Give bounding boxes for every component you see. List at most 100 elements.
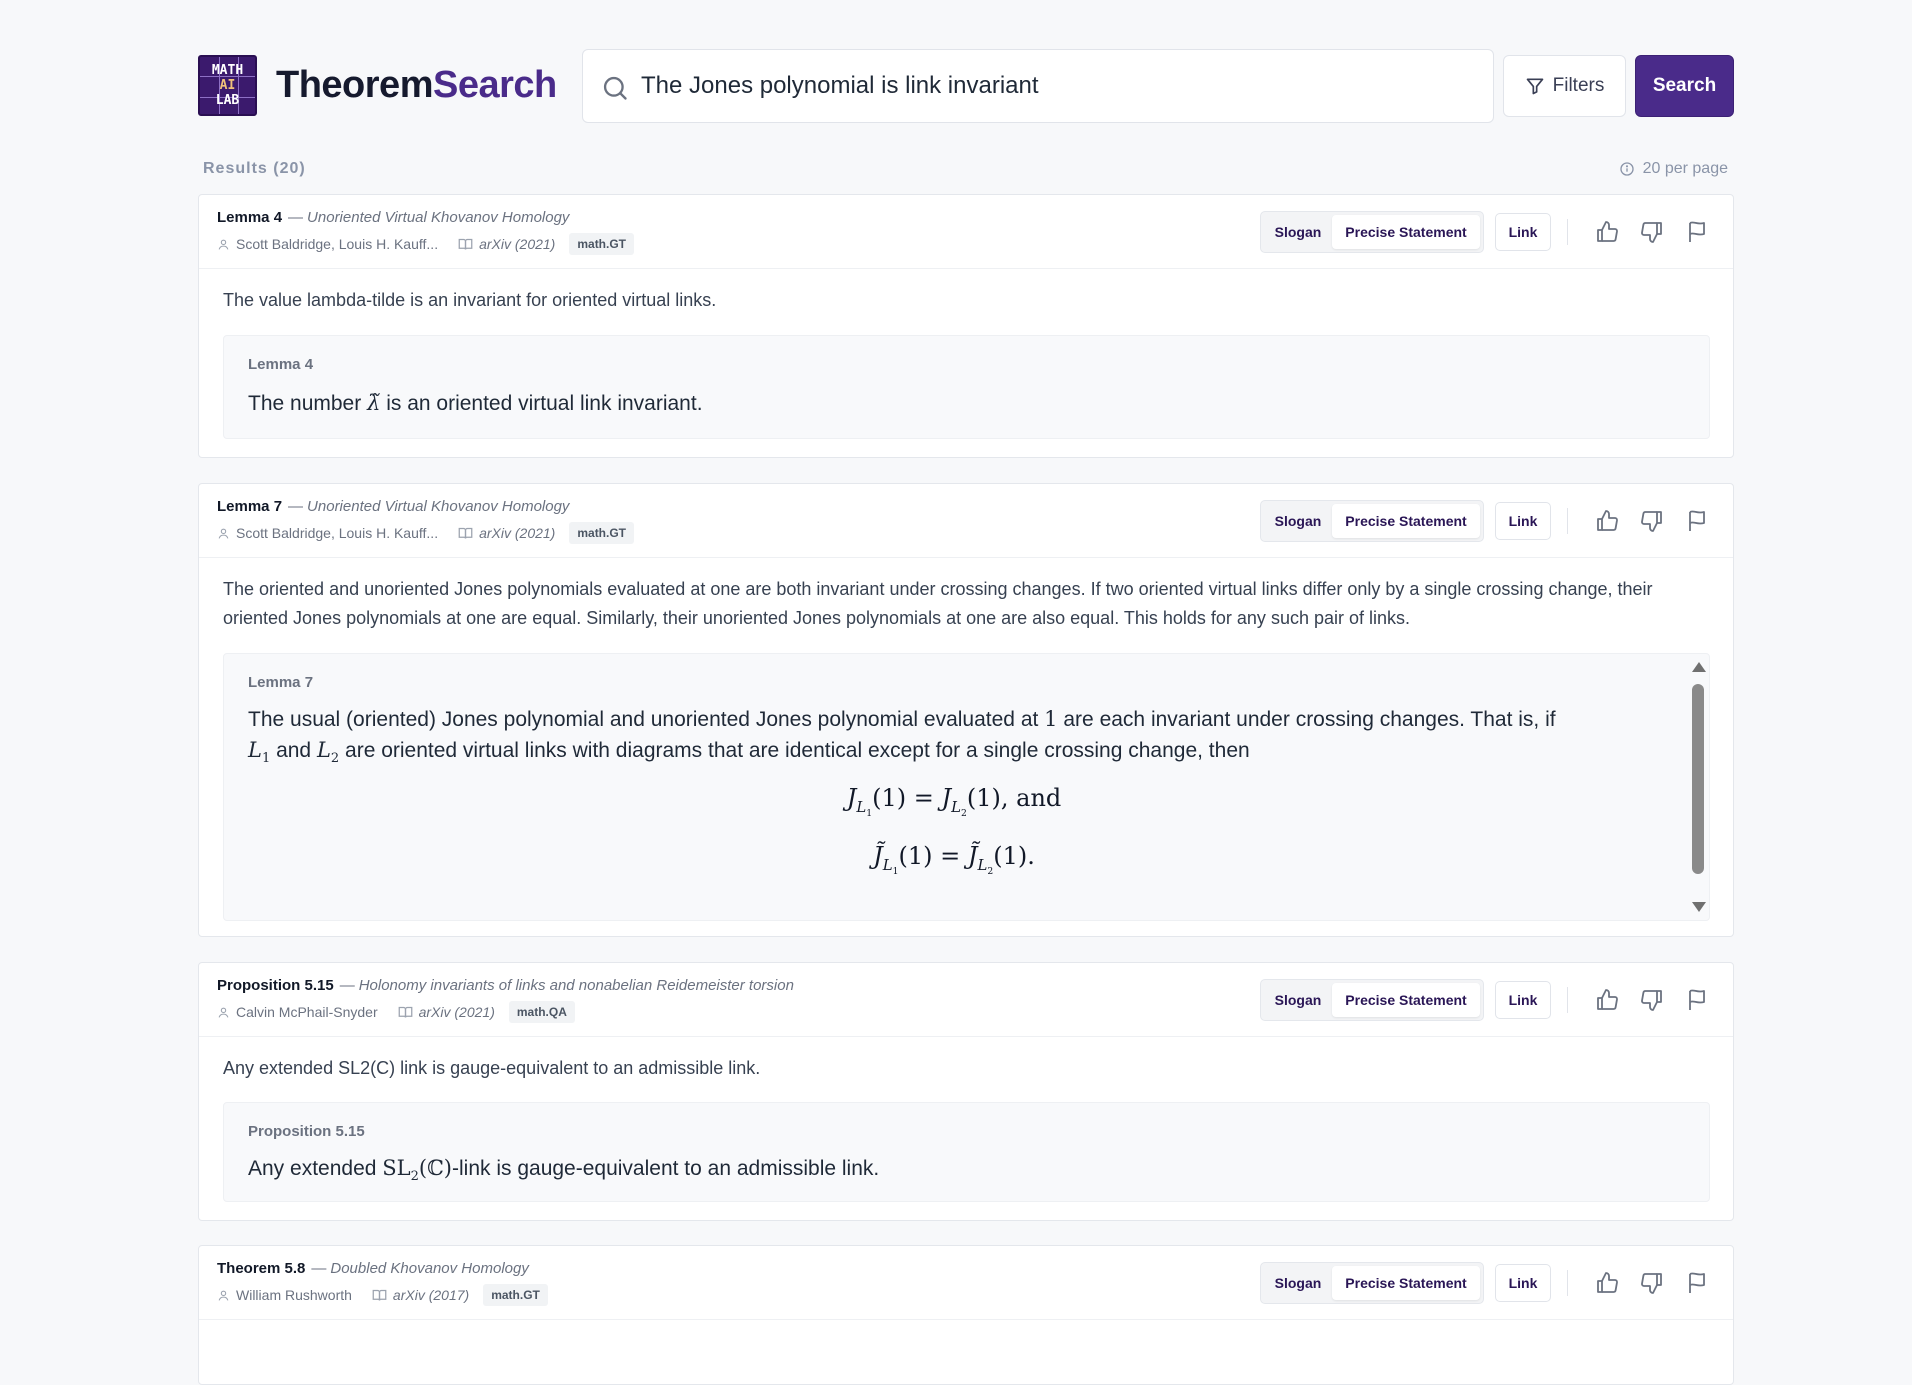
category-tag: math.GT — [483, 1284, 548, 1306]
scroll-thumb[interactable] — [1692, 684, 1704, 874]
authors: Scott Baldridge, Louis H. Kauff... — [236, 525, 439, 541]
results-bar: Results (20) 20 per page — [198, 158, 1734, 182]
search-icon — [603, 76, 627, 100]
result-meta: Scott Baldridge, Louis H. Kauff... arXiv… — [217, 233, 635, 255]
authors: Calvin McPhail-Snyder — [236, 1004, 378, 1020]
logo-text: MATH AI LAB — [211, 63, 244, 108]
thumbs-up-icon[interactable] — [1595, 220, 1619, 244]
per-page-label: 20 per page — [1642, 160, 1728, 177]
user-icon — [218, 1007, 229, 1018]
view-toggle: Slogan Precise Statement — [1260, 500, 1484, 542]
link-button[interactable]: Link — [1495, 981, 1551, 1019]
result-meta: Scott Baldridge, Louis H. Kauff... arXiv… — [217, 522, 635, 544]
per-page-selector[interactable]: 20 per page — [1619, 160, 1728, 178]
source: arXiv (2021) — [418, 1004, 495, 1020]
flag-icon[interactable] — [1685, 509, 1709, 533]
thumbs-up-icon[interactable] — [1595, 509, 1619, 533]
result-card: Lemma 7— Unoriented Virtual Khovanov Homo… — [198, 483, 1734, 937]
filter-icon — [1526, 78, 1543, 95]
result-meta: William Rushworth arXiv (2017) math.GT — [217, 1284, 548, 1306]
info-icon — [1619, 162, 1634, 176]
filters-button[interactable]: Filters — [1503, 55, 1626, 117]
view-toggle: Slogan Precise Statement — [1260, 979, 1484, 1021]
scroll-up-arrow[interactable] — [1692, 662, 1706, 672]
link-button[interactable]: Link — [1495, 213, 1551, 251]
result-card: Lemma 4— Unoriented Virtual Khovanov Homo… — [198, 194, 1734, 458]
link-button[interactable]: Link — [1495, 502, 1551, 540]
statement-text: The number λ̃ is an oriented virtual lin… — [248, 391, 703, 415]
scroll-down-arrow[interactable] — [1692, 902, 1706, 912]
logo[interactable]: MATH AI LAB — [198, 55, 257, 116]
tab-precise-statement[interactable]: Precise Statement — [1332, 504, 1480, 538]
page: MATH AI LAB TheoremSearch Filters Search… — [198, 0, 1734, 1385]
book-icon — [372, 1289, 387, 1301]
search-input[interactable] — [641, 64, 1471, 108]
category-tag: math.QA — [508, 1001, 575, 1023]
book-icon — [398, 1006, 412, 1018]
thumbs-down-icon[interactable] — [1640, 1271, 1664, 1295]
statement-text: The usual (oriented) Jones polynomial an… — [248, 707, 1556, 767]
tab-slogan[interactable]: Slogan — [1264, 983, 1332, 1017]
result-title[interactable]: Proposition 5.15— Holonomy invariants of … — [217, 977, 794, 994]
view-toggle: Slogan Precise Statement — [1260, 1262, 1484, 1304]
card-header: Lemma 4— Unoriented Virtual Khovanov Homo… — [199, 195, 1733, 269]
search-button-label: Search — [1652, 75, 1717, 96]
equation-1: JL1(1) = JL2(1), and — [846, 784, 1062, 819]
equation-2: J̃L1(1) = J̃L2(1). — [873, 842, 1035, 877]
slogan-text: Any extended SL2(C) link is gauge-equiva… — [223, 1058, 761, 1078]
statement-label: Lemma 7 — [248, 674, 314, 691]
authors: William Rushworth — [236, 1287, 352, 1303]
result-card: Proposition 5.15— Holonomy invariants of … — [198, 962, 1734, 1221]
precise-statement: Proposition 5.15 Any extended SL2(ℂ)-lin… — [223, 1102, 1710, 1202]
precise-statement: Lemma 7 The usual (oriented) Jones polyn… — [223, 653, 1710, 921]
user-icon — [218, 1290, 229, 1301]
precise-statement: Lemma 4 The number λ̃ is an oriented vir… — [223, 335, 1710, 439]
result-title[interactable]: Theorem 5.8— Doubled Khovanov Homology — [217, 1260, 529, 1277]
flag-icon[interactable] — [1685, 988, 1709, 1012]
search-button[interactable]: Search — [1635, 55, 1734, 117]
result-title[interactable]: Lemma 7— Unoriented Virtual Khovanov Homo… — [217, 498, 569, 515]
flag-icon[interactable] — [1685, 220, 1709, 244]
thumbs-down-icon[interactable] — [1640, 988, 1664, 1012]
header: MATH AI LAB TheoremSearch Filters Search — [198, 0, 1734, 160]
category-tag: math.GT — [569, 233, 635, 255]
thumbs-down-icon[interactable] — [1640, 509, 1664, 533]
view-toggle: Slogan Precise Statement — [1260, 211, 1484, 253]
tab-precise-statement[interactable]: Precise Statement — [1332, 1266, 1480, 1300]
source: arXiv (2021) — [479, 525, 556, 541]
statement-scrollbar[interactable] — [1691, 660, 1706, 914]
source: arXiv (2021) — [479, 236, 556, 252]
book-icon — [458, 238, 473, 250]
category-tag: math.GT — [569, 522, 635, 544]
slogan-text: The value lambda-tilde is an invariant f… — [223, 290, 717, 310]
link-button[interactable]: Link — [1495, 1264, 1551, 1302]
thumbs-up-icon[interactable] — [1595, 988, 1619, 1012]
tab-slogan[interactable]: Slogan — [1264, 504, 1332, 538]
search-box[interactable] — [582, 49, 1494, 123]
statement-label: Lemma 4 — [248, 356, 314, 373]
divider — [1567, 1270, 1568, 1296]
divider — [1567, 219, 1568, 245]
result-title[interactable]: Lemma 4— Unoriented Virtual Khovanov Homo… — [217, 209, 569, 226]
thumbs-up-icon[interactable] — [1595, 1271, 1619, 1295]
divider — [1567, 508, 1568, 534]
source: arXiv (2017) — [392, 1287, 470, 1303]
result-card: Theorem 5.8— Doubled Khovanov Homology Wi… — [198, 1245, 1734, 1385]
filters-label: Filters — [1552, 75, 1605, 96]
brand-title[interactable]: TheoremSearch — [276, 64, 557, 107]
statement-label: Proposition 5.15 — [248, 1123, 365, 1140]
book-icon — [458, 527, 473, 539]
thumbs-down-icon[interactable] — [1640, 220, 1664, 244]
tab-slogan[interactable]: Slogan — [1264, 1266, 1332, 1300]
flag-icon[interactable] — [1685, 1271, 1709, 1295]
tab-precise-statement[interactable]: Precise Statement — [1332, 215, 1480, 249]
card-header: Lemma 7— Unoriented Virtual Khovanov Homo… — [199, 484, 1733, 558]
card-header: Proposition 5.15— Holonomy invariants of … — [199, 963, 1733, 1037]
statement-text: Any extended SL2(ℂ)-link is gauge-equiva… — [248, 1156, 880, 1185]
tab-precise-statement[interactable]: Precise Statement — [1332, 983, 1480, 1017]
user-icon — [218, 528, 229, 539]
card-header: Theorem 5.8— Doubled Khovanov Homology Wi… — [199, 1246, 1733, 1320]
results-count: Results (20) — [203, 160, 306, 177]
divider — [1567, 987, 1568, 1013]
tab-slogan[interactable]: Slogan — [1264, 215, 1332, 249]
